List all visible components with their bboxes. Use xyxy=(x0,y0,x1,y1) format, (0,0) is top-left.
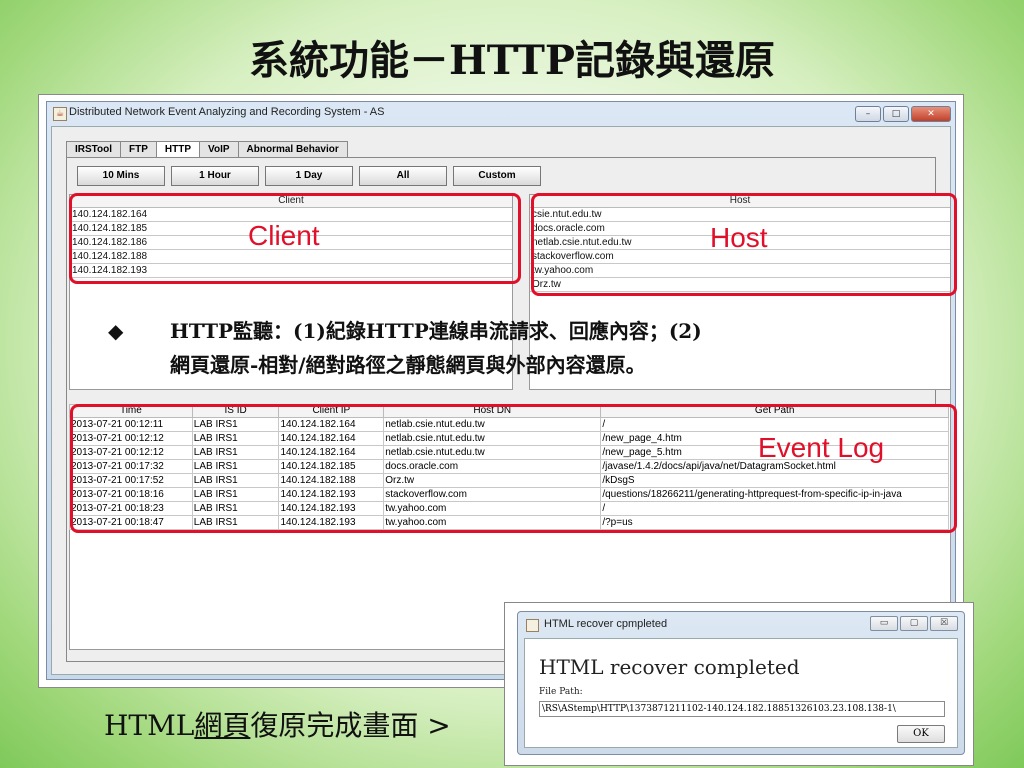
filter-10-mins-button[interactable]: 10 Mins xyxy=(77,166,165,186)
java-app-icon: ☕ xyxy=(53,107,67,121)
filter-1-hour-button[interactable]: 1 Hour xyxy=(171,166,259,186)
java-app-icon xyxy=(526,619,539,632)
maximize-button[interactable]: □ xyxy=(883,106,909,122)
caption-prefix: HTML xyxy=(104,709,195,742)
filter-1-day-button[interactable]: 1 Day xyxy=(265,166,353,186)
slide-caption: HTML網頁復原完成畫面 > xyxy=(104,704,451,744)
tab-bar: IRSTool FTP HTTP VoIP Abnormal Behavior xyxy=(66,141,348,158)
caption-underlined: 網頁 xyxy=(194,709,251,742)
dialog-message: HTML recover completed xyxy=(539,655,800,679)
title-bar[interactable]: ☕ Distributed Network Event Analyzing an… xyxy=(47,102,955,124)
dialog-minimize-button[interactable]: ▭ xyxy=(870,616,898,631)
file-path-label: File Path: xyxy=(539,687,583,697)
slide-title: 系統功能－HTTP記錄與還原 xyxy=(249,37,775,84)
tab-http[interactable]: HTTP xyxy=(155,141,201,158)
ok-button[interactable]: OK xyxy=(897,725,945,743)
app-window: ☕ Distributed Network Event Analyzing an… xyxy=(38,94,964,688)
tab-voip[interactable]: VoIP xyxy=(199,141,239,158)
file-path-field[interactable]: \RS\AStemp\HTTP\1373871211102-140.124.18… xyxy=(539,701,945,717)
client-annotation: Client xyxy=(248,220,320,251)
event-log-highlight-box xyxy=(70,404,957,533)
window-frame: ☕ Distributed Network Event Analyzing an… xyxy=(46,101,956,680)
close-button[interactable]: ✕ xyxy=(911,106,951,122)
dialog-title: HTML recover cpmpleted xyxy=(544,618,668,630)
host-annotation: Host xyxy=(710,222,768,253)
dialog-body: HTML recover completed File Path: \RS\AS… xyxy=(524,638,958,748)
caption-suffix: 復原完成畫面 > xyxy=(250,709,451,742)
tab-irstool[interactable]: IRSTool xyxy=(66,141,122,158)
note-line-1: HTTP監聽：(1)紀錄HTTP連線串流請求、回應內容；(2) xyxy=(170,319,702,343)
dialog-close-button[interactable]: ☒ xyxy=(930,616,958,631)
tab-ftp[interactable]: FTP xyxy=(120,141,157,158)
recover-dialog-frame: HTML recover cpmpleted ▭ ▢ ☒ HTML recove… xyxy=(504,602,974,766)
note-line-2: 網頁還原-相對/絕對路徑之靜態網頁與外部內容還原。 xyxy=(170,353,646,377)
diamond-bullet-icon: ◆ xyxy=(108,319,124,343)
window-title: Distributed Network Event Analyzing and … xyxy=(69,106,385,118)
filter-all-button[interactable]: All xyxy=(359,166,447,186)
tab-abnormal-behavior[interactable]: Abnormal Behavior xyxy=(237,141,348,158)
event-log-annotation: Event Log xyxy=(758,432,885,463)
dialog-maximize-button[interactable]: ▢ xyxy=(900,616,928,631)
recover-dialog: HTML recover cpmpleted ▭ ▢ ☒ HTML recove… xyxy=(517,611,965,755)
minimize-button[interactable]: – xyxy=(855,106,881,122)
time-filter-buttons: 10 Mins 1 Hour 1 Day All Custom xyxy=(77,166,541,186)
filter-custom-button[interactable]: Custom xyxy=(453,166,541,186)
